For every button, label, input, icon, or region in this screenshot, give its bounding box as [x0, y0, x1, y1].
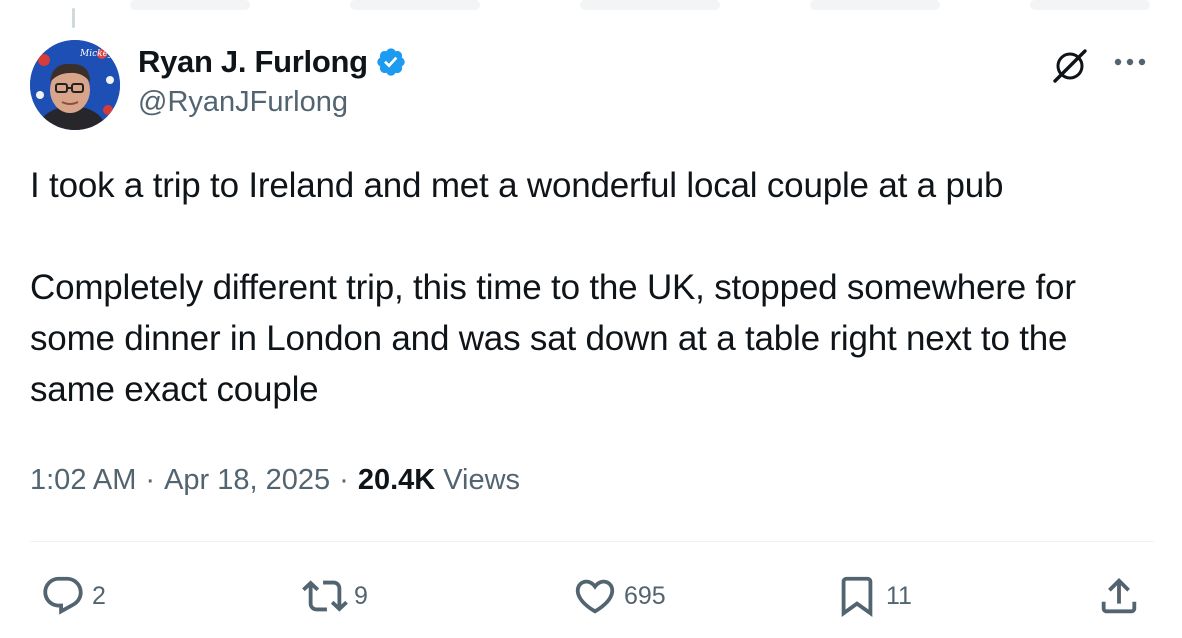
thread-connector-line: [72, 8, 75, 28]
views-label[interactable]: Views: [443, 464, 520, 497]
previous-post-edge: [1030, 0, 1150, 10]
meta-separator: ·: [339, 463, 349, 496]
tweet-meta: 1:02 AM · Apr 18, 2025 · 20.4K Views: [30, 458, 520, 502]
like-count: 695: [624, 581, 666, 610]
author-display-name[interactable]: Ryan J. Furlong: [138, 44, 368, 80]
previous-post-edge: [810, 0, 940, 10]
previous-post-edge: [350, 0, 480, 10]
views-count[interactable]: 20.4K: [358, 464, 435, 497]
like-button[interactable]: 695: [572, 574, 666, 618]
author-handle[interactable]: @RyanJFurlong: [138, 86, 348, 119]
avatar[interactable]: Mickey: [30, 40, 120, 130]
tweet-text: I took a trip to Ireland and met a wonde…: [30, 160, 1150, 415]
author-name-row: Ryan J. Furlong: [138, 40, 408, 84]
repost-icon: [302, 580, 348, 612]
share-button[interactable]: [1096, 574, 1142, 618]
bookmark-icon: [841, 576, 873, 617]
avatar-caption: Mickey: [79, 49, 114, 59]
bookmark-count: 11: [886, 581, 912, 610]
tweet-time[interactable]: 1:02 AM: [30, 464, 136, 497]
previous-post-edge: [130, 0, 250, 10]
tweet-paragraph: Completely different trip, this time to …: [30, 268, 1076, 409]
share-icon: [1101, 577, 1137, 614]
divider: [30, 541, 1154, 542]
reply-button[interactable]: 2: [40, 574, 106, 618]
previous-post-edge: [580, 0, 720, 10]
reply-icon: [43, 576, 83, 615]
tweet-date[interactable]: Apr 18, 2025: [164, 464, 330, 497]
heart-icon: [575, 579, 615, 614]
repost-count: 9: [354, 581, 368, 610]
verified-badge-icon[interactable]: [374, 45, 408, 79]
reply-count: 2: [92, 581, 106, 610]
more-horizontal-icon[interactable]: [1108, 44, 1152, 80]
grok-icon[interactable]: [1050, 46, 1090, 86]
tweet-paragraph: I took a trip to Ireland and met a wonde…: [30, 166, 1004, 205]
bookmark-button[interactable]: 11: [834, 574, 912, 618]
repost-button[interactable]: 9: [302, 574, 368, 618]
meta-separator: ·: [145, 463, 156, 496]
